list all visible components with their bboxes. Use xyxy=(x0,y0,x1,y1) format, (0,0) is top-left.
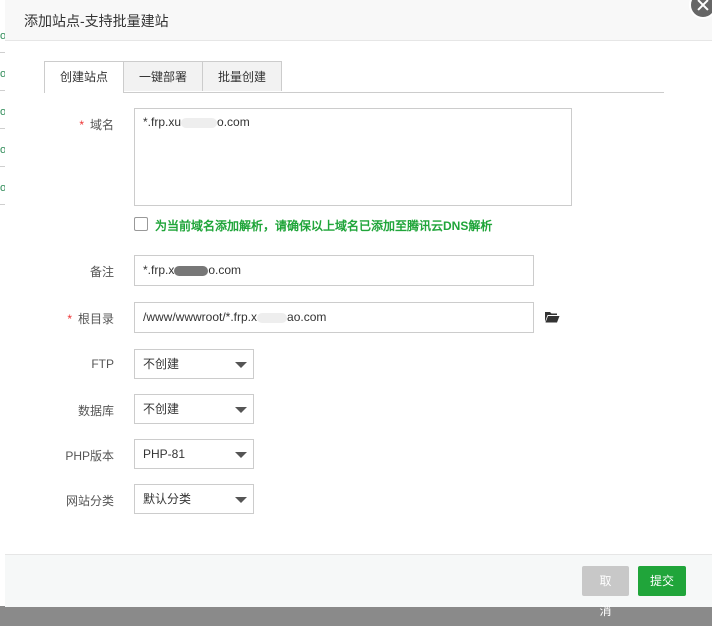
tab-bar: 创建站点 一键部署 批量创建 xyxy=(44,61,664,93)
tab-batch-create[interactable]: 批量创建 xyxy=(202,61,282,91)
cancel-button[interactable]: 取消 xyxy=(582,566,629,618)
dns-resolve-label: 为当前域名添加解析，请确保以上域名已添加至腾讯云DNS解析 xyxy=(155,219,493,233)
required-mark: * xyxy=(79,118,84,132)
php-version-label: PHP版本 xyxy=(65,449,114,463)
domain-textarea[interactable]: *.frp.xu o.com xyxy=(134,108,572,206)
remark-label: 备注 xyxy=(89,265,114,279)
site-category-select[interactable]: 默认分类 xyxy=(134,484,254,514)
redacted-text xyxy=(174,265,209,276)
dialog-title: 添加站点-支持批量建站 xyxy=(24,13,169,29)
submit-button[interactable]: 提交 xyxy=(638,566,686,596)
root-dir-label: * 根目录 xyxy=(67,312,114,326)
database-select[interactable]: 不创建 xyxy=(134,394,254,424)
folder-open-icon[interactable] xyxy=(544,311,560,323)
chevron-down-icon xyxy=(235,407,247,413)
ftp-select[interactable]: 不创建 xyxy=(134,349,254,379)
dialog-title-bar: 添加站点-支持批量建站 xyxy=(5,0,712,41)
php-version-select[interactable]: PHP-81 xyxy=(134,439,254,469)
chevron-down-icon xyxy=(235,497,247,503)
ftp-label: FTP xyxy=(91,357,114,371)
tab-one-click-deploy[interactable]: 一键部署 xyxy=(123,61,203,91)
dialog-footer: 取消 提交 xyxy=(5,554,712,618)
chevron-down-icon xyxy=(235,362,247,368)
domain-label: * 域名 xyxy=(79,118,114,132)
redacted-text xyxy=(257,312,288,323)
chevron-down-icon xyxy=(235,452,247,458)
database-label: 数据库 xyxy=(77,404,114,418)
tab-create-site[interactable]: 创建站点 xyxy=(44,61,124,93)
root-dir-input[interactable]: /www/wwwroot/*.frp.x ao.com xyxy=(134,302,534,333)
redacted-text xyxy=(181,117,218,128)
dns-resolve-checkbox[interactable] xyxy=(134,217,148,231)
required-mark: * xyxy=(67,312,72,326)
site-category-label: 网站分类 xyxy=(65,494,114,508)
remark-input[interactable]: *.frp.x o.com xyxy=(134,255,534,286)
add-site-dialog: 添加站点-支持批量建站 创建站点 一键部署 批量创建 * 域名 *.frp.xu o… xyxy=(5,0,712,618)
